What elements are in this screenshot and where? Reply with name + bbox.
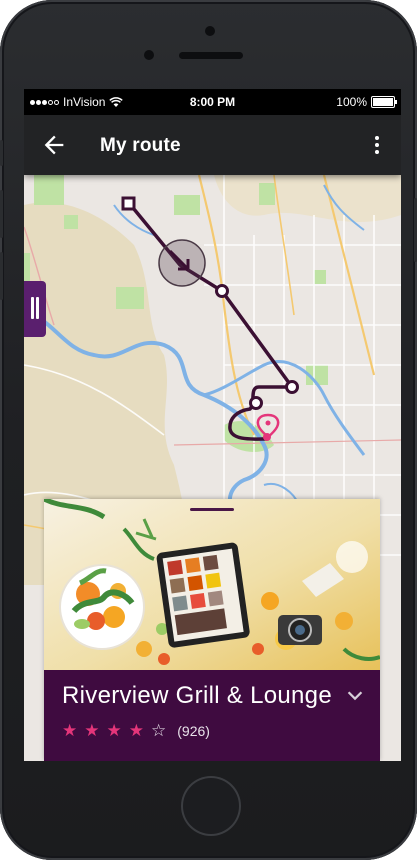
- page-title: My route: [100, 135, 181, 156]
- earpiece-speaker: [179, 52, 243, 59]
- star-filled-icon: ★: [84, 721, 100, 740]
- chevron-down-icon[interactable]: [344, 684, 366, 706]
- mute-switch: [0, 140, 3, 166]
- star-filled-icon: ★: [62, 721, 78, 740]
- place-card[interactable]: Riverview Grill & Lounge ★ ★ ★ ★ ☆ (926): [44, 499, 380, 761]
- star-filled-icon: ★: [128, 721, 144, 740]
- battery-icon: [371, 96, 397, 108]
- home-button[interactable]: [181, 776, 241, 836]
- place-info-panel: Riverview Grill & Lounge ★ ★ ★ ★ ☆ (926): [44, 670, 380, 761]
- volume-down-button: [0, 252, 3, 300]
- battery-percent: 100%: [336, 95, 367, 109]
- phone-frame: InVision 8:00 PM 100% My route Riverview…: [0, 0, 417, 860]
- front-camera: [205, 26, 215, 36]
- more-vert-icon[interactable]: [365, 133, 389, 157]
- status-bar: InVision 8:00 PM 100%: [24, 89, 401, 115]
- route-waypoint: [249, 396, 263, 410]
- phone-screen: InVision 8:00 PM 100% My route Riverview…: [24, 89, 401, 761]
- side-drawer-handle[interactable]: [24, 281, 46, 337]
- volume-up-button: [0, 190, 3, 238]
- star-filled-icon: ★: [106, 721, 122, 740]
- review-count: (926): [177, 722, 210, 739]
- route-waypoint: [215, 284, 229, 298]
- app-bar: My route: [24, 115, 401, 175]
- star-empty-icon: ☆: [151, 721, 167, 740]
- route-waypoint: [285, 380, 299, 394]
- proximity-sensor: [144, 50, 154, 60]
- sheet-grabber[interactable]: [190, 508, 234, 511]
- battery-status: 100%: [336, 95, 397, 109]
- place-photo: [44, 499, 380, 670]
- route-start-marker: [121, 196, 136, 211]
- place-name: Riverview Grill & Lounge: [62, 682, 332, 709]
- arrow-left-icon[interactable]: [40, 131, 68, 159]
- star-rating: ★ ★ ★ ★ ☆ (926): [62, 722, 210, 739]
